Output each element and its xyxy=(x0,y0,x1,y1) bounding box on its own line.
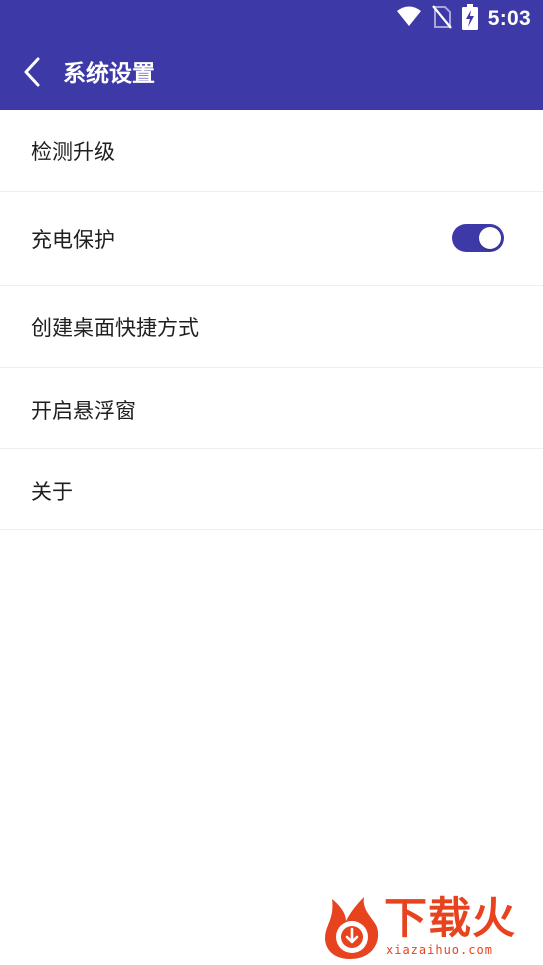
watermark-brand: 下载火 xyxy=(384,894,516,944)
setting-item-label: 关于 xyxy=(31,480,73,504)
chevron-left-icon xyxy=(22,56,42,92)
setting-item-label: 开启悬浮窗 xyxy=(31,399,136,423)
status-icons: 5:03 xyxy=(396,4,531,34)
toggle-knob xyxy=(479,227,501,249)
setting-item-label: 检测升级 xyxy=(31,140,115,164)
status-time: 5:03 xyxy=(487,7,531,30)
wifi-icon xyxy=(396,6,422,32)
setting-item-label: 充电保护 xyxy=(31,228,115,252)
setting-item-floating-window[interactable]: 开启悬浮窗 xyxy=(0,368,543,449)
setting-item-check-update[interactable]: 检测升级 xyxy=(0,110,543,192)
app-bar: 系统设置 xyxy=(0,38,543,110)
flame-download-logo-icon xyxy=(320,893,384,965)
status-bar: 5:03 xyxy=(0,0,543,38)
setting-item-create-shortcut[interactable]: 创建桌面快捷方式 xyxy=(0,286,543,368)
battery-charging-icon xyxy=(461,4,478,34)
back-button[interactable] xyxy=(14,54,50,94)
setting-item-about[interactable]: 关于 xyxy=(0,449,543,530)
setting-item-label: 创建桌面快捷方式 xyxy=(31,316,199,340)
settings-list: 检测升级 充电保护 创建桌面快捷方式 开启悬浮窗 关于 xyxy=(0,110,543,530)
watermark-domain: xiazaihuo.com xyxy=(386,943,493,957)
no-sim-icon xyxy=(431,5,452,33)
watermark: 下载火 xiazaihuo.com xyxy=(320,893,540,961)
setting-item-charge-protection[interactable]: 充电保护 xyxy=(0,192,543,286)
charge-protection-toggle[interactable] xyxy=(452,224,504,252)
page-title: 系统设置 xyxy=(63,61,155,87)
